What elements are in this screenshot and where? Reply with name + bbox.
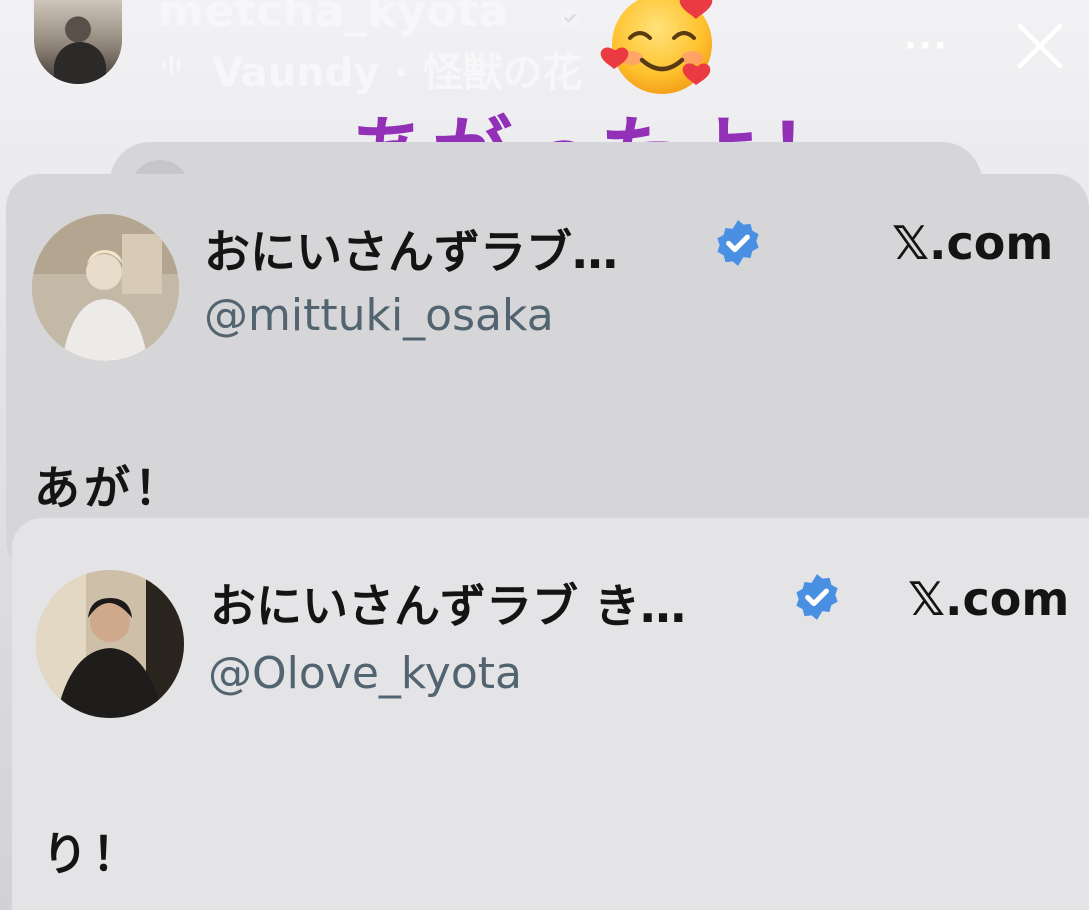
user-handle[interactable]: @Olove_kyota [208, 648, 522, 699]
source-label[interactable]: 𝕏.com [908, 572, 1069, 626]
display-name[interactable]: おにいさんずラブ き… [210, 570, 686, 636]
display-name[interactable]: おにいさんずラブ… [204, 216, 618, 282]
verified-badge-icon [717, 220, 759, 266]
avatar[interactable] [36, 570, 184, 718]
avatar-figure [54, 42, 106, 84]
story-header: metcha_kyota Vaundy · 怪獣の花 ··· [0, 0, 1089, 100]
avatar-photo-icon [36, 570, 184, 718]
more-options-button[interactable]: ··· [904, 26, 949, 66]
verified-icon [560, 7, 580, 29]
user-handle[interactable]: @mittuki_osaka [204, 290, 554, 341]
verified-badge-icon [796, 574, 838, 620]
tweet-text: あが！ [34, 461, 184, 515]
avatar-photo-icon [32, 214, 179, 361]
music-waveform-icon [163, 55, 180, 75]
source-label[interactable]: 𝕏.com [892, 216, 1053, 270]
tweet-card[interactable]: おにいさんずラブ き… 𝕏.com @Olove_kyota り！ [12, 518, 1089, 910]
story-avatar[interactable] [32, 0, 124, 86]
close-icon[interactable] [1012, 18, 1068, 74]
avatar[interactable] [32, 214, 179, 361]
story-username[interactable]: metcha_kyota [158, 0, 509, 37]
tweet-card[interactable]: おにいさんずラブ… 𝕏.com @mittuki_osaka あが！ [6, 174, 1089, 574]
smiling-face-with-hearts-emoji-icon [600, 0, 713, 94]
tweet-text: り！ [42, 827, 142, 881]
